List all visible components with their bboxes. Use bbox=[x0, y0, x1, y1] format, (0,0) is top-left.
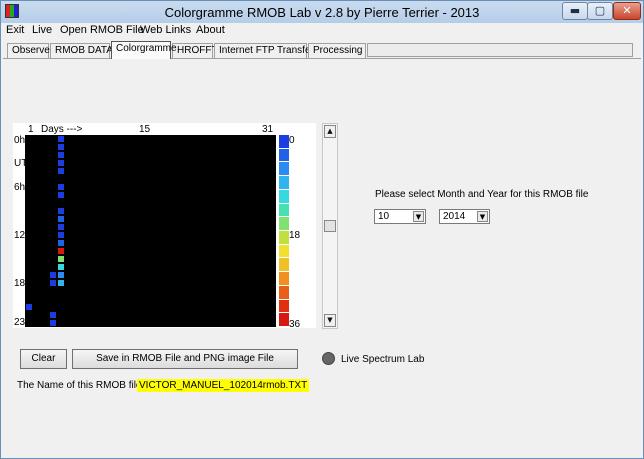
chevron-down-icon[interactable]: ▼ bbox=[413, 211, 424, 222]
day-start-label: 1 bbox=[28, 124, 34, 135]
colorgramme-cell bbox=[50, 280, 56, 286]
hour-label-12: 12 bbox=[14, 230, 26, 241]
colorgramme-cell bbox=[58, 224, 64, 230]
tab-rmob-data[interactable]: RMOB DATA bbox=[50, 43, 113, 59]
chevron-down-icon[interactable]: ▼ bbox=[477, 211, 488, 222]
close-button[interactable]: ✕ bbox=[613, 2, 641, 20]
scroll-up-arrow-icon[interactable]: ▲ bbox=[324, 125, 336, 138]
tab-processing[interactable]: Processing bbox=[308, 43, 366, 59]
colorgramme-cell bbox=[50, 312, 56, 318]
hour-label-23: 23 bbox=[14, 317, 26, 328]
color-scale-segment bbox=[279, 285, 289, 299]
menu-bar: Exit Live Open RMOB File Web Links About bbox=[1, 23, 643, 39]
day-end-label: 31 bbox=[262, 124, 274, 135]
app-window: Colorgramme RMOB Lab v 2.8 by Pierre Ter… bbox=[0, 0, 644, 459]
scale-label-18: 18 bbox=[289, 230, 301, 241]
color-scale-segment bbox=[279, 189, 289, 203]
color-scale-segment bbox=[279, 135, 289, 148]
colorgramme-cell bbox=[58, 264, 64, 270]
tab-colorgramme[interactable]: Colorgramme bbox=[111, 41, 177, 59]
day-mid-label: 15 bbox=[139, 124, 151, 135]
clear-button[interactable]: Clear bbox=[20, 349, 67, 369]
colorgramme-cell bbox=[26, 304, 32, 310]
colorgramme-cell bbox=[58, 184, 64, 190]
maximize-button[interactable]: ▢ bbox=[587, 2, 613, 20]
menu-live[interactable]: Live bbox=[32, 24, 52, 36]
colorgramme-cell bbox=[58, 240, 64, 246]
save-rmob-png-button[interactable]: Save in RMOB File and PNG image File bbox=[72, 349, 298, 369]
scale-label-36: 36 bbox=[289, 319, 301, 330]
hour-label-0h: 0h bbox=[14, 135, 26, 146]
colorgramme-cell bbox=[58, 136, 64, 142]
scale-label-0: 0 bbox=[289, 135, 295, 146]
scroll-down-arrow-icon[interactable]: ▼ bbox=[324, 314, 336, 327]
colorgramme-cell bbox=[58, 272, 64, 278]
colorgramme-cell bbox=[58, 248, 64, 254]
color-scale-segment bbox=[279, 162, 289, 176]
colorgramme-cell bbox=[58, 256, 64, 262]
color-scale-bar bbox=[279, 135, 289, 327]
colorgramme-cell bbox=[50, 320, 56, 326]
window-title: Colorgramme RMOB Lab v 2.8 by Pierre Ter… bbox=[164, 5, 480, 20]
live-spectrum-indicator-icon bbox=[322, 352, 335, 365]
menu-about[interactable]: About bbox=[196, 24, 225, 36]
month-select-value: 10 bbox=[378, 211, 390, 222]
menu-web-links[interactable]: Web Links bbox=[140, 24, 191, 36]
year-select-value: 2014 bbox=[443, 211, 466, 222]
vertical-scrollbar[interactable]: ▲ ▼ bbox=[322, 123, 338, 329]
month-select[interactable]: 10 ▼ bbox=[374, 209, 426, 224]
scroll-thumb[interactable] bbox=[324, 220, 336, 232]
colorgramme-cell bbox=[58, 160, 64, 166]
color-scale-segment bbox=[279, 176, 289, 189]
rmob-file-name-value: VICTOR_MANUEL_102014rmob.TXT bbox=[137, 379, 310, 392]
colorgramme-cell bbox=[58, 192, 64, 198]
colorgramme-cell bbox=[58, 232, 64, 238]
color-scale-segment bbox=[279, 313, 289, 326]
colorgramme-plot bbox=[25, 135, 276, 327]
colorgramme-cell bbox=[58, 144, 64, 150]
live-spectrum-label: Live Spectrum Lab bbox=[341, 354, 425, 365]
tab-strip-filler bbox=[367, 43, 633, 57]
colorgramme-cell bbox=[58, 280, 64, 286]
hour-label-18: 18 bbox=[14, 278, 26, 289]
hour-label-6h: 6h bbox=[14, 182, 26, 193]
color-scale-segment bbox=[279, 299, 289, 313]
color-scale-segment bbox=[279, 217, 289, 230]
colorgramme-cell bbox=[58, 208, 64, 214]
color-scale-segment bbox=[279, 148, 289, 162]
tab-hrofft[interactable]: HROFFT bbox=[172, 43, 218, 59]
tab-strip: Observer RMOB DATA Colorgramme HROFFT In… bbox=[1, 41, 643, 59]
colorgramme-cell bbox=[58, 168, 64, 174]
days-axis-label: Days ---> bbox=[41, 124, 83, 135]
tab-internet-ftp-transfer[interactable]: Internet FTP Transfer bbox=[214, 43, 314, 59]
minimize-button[interactable]: ▬ bbox=[562, 2, 588, 20]
year-select[interactable]: 2014 ▼ bbox=[439, 209, 490, 224]
color-scale-segment bbox=[279, 244, 289, 258]
title-bar[interactable]: Colorgramme RMOB Lab v 2.8 by Pierre Ter… bbox=[1, 1, 643, 23]
colorgramme-cell bbox=[58, 216, 64, 222]
colorgramme-cell bbox=[58, 152, 64, 158]
color-scale-segment bbox=[279, 231, 289, 244]
menu-exit[interactable]: Exit bbox=[6, 24, 24, 36]
tab-observer[interactable]: Observer bbox=[7, 43, 53, 59]
select-month-year-prompt: Please select Month and Year for this RM… bbox=[375, 189, 589, 200]
menu-open-rmob-file[interactable]: Open RMOB File bbox=[60, 24, 144, 36]
color-scale-segment bbox=[279, 203, 289, 217]
colorgramme-cell bbox=[50, 272, 56, 278]
color-scale-segment bbox=[279, 258, 289, 272]
color-scale-segment bbox=[279, 272, 289, 285]
